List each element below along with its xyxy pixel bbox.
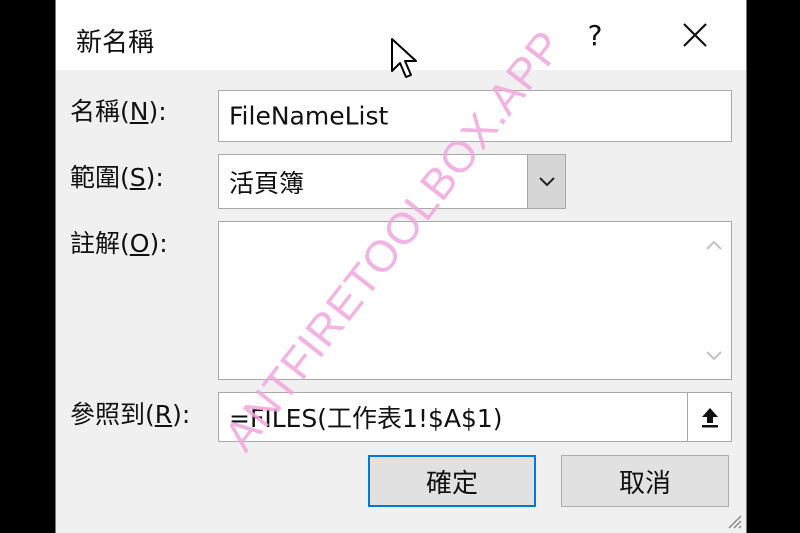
scope-dropdown-button[interactable] (527, 155, 565, 208)
scroll-up-button[interactable] (701, 232, 727, 258)
chevron-down-icon (706, 351, 722, 361)
scope-label: 範圍(S): (70, 163, 164, 192)
help-button[interactable]: ? (574, 14, 616, 56)
close-icon (683, 23, 707, 47)
upload-arrow-icon (701, 408, 718, 428)
cancel-button[interactable]: 取消 (561, 455, 729, 507)
scroll-down-button[interactable] (701, 343, 727, 369)
chevron-down-icon (538, 176, 555, 186)
name-label: 名稱(N): (70, 97, 167, 126)
refers-to-label: 參照到(R): (70, 400, 191, 429)
scope-dropdown[interactable]: 活頁簿 (218, 154, 566, 209)
dialog-title: 新名稱 (76, 28, 155, 58)
name-value: FileNameList (229, 101, 389, 131)
collapse-dialog-button[interactable] (687, 393, 731, 441)
ok-button[interactable]: 確定 (368, 455, 536, 507)
mouse-cursor-icon (391, 38, 417, 78)
close-button[interactable] (674, 14, 716, 56)
scope-value: 活頁簿 (229, 168, 305, 198)
refers-to-input[interactable]: =FILES(工作表1!$A$1) (218, 392, 732, 442)
resize-grip-icon[interactable] (726, 513, 742, 529)
comment-label: 註解(O): (70, 229, 168, 258)
chevron-up-icon (706, 240, 722, 250)
name-input[interactable]: FileNameList (218, 90, 732, 142)
refers-to-value: =FILES(工作表1!$A$1) (229, 404, 503, 433)
comment-textarea[interactable] (218, 221, 732, 380)
